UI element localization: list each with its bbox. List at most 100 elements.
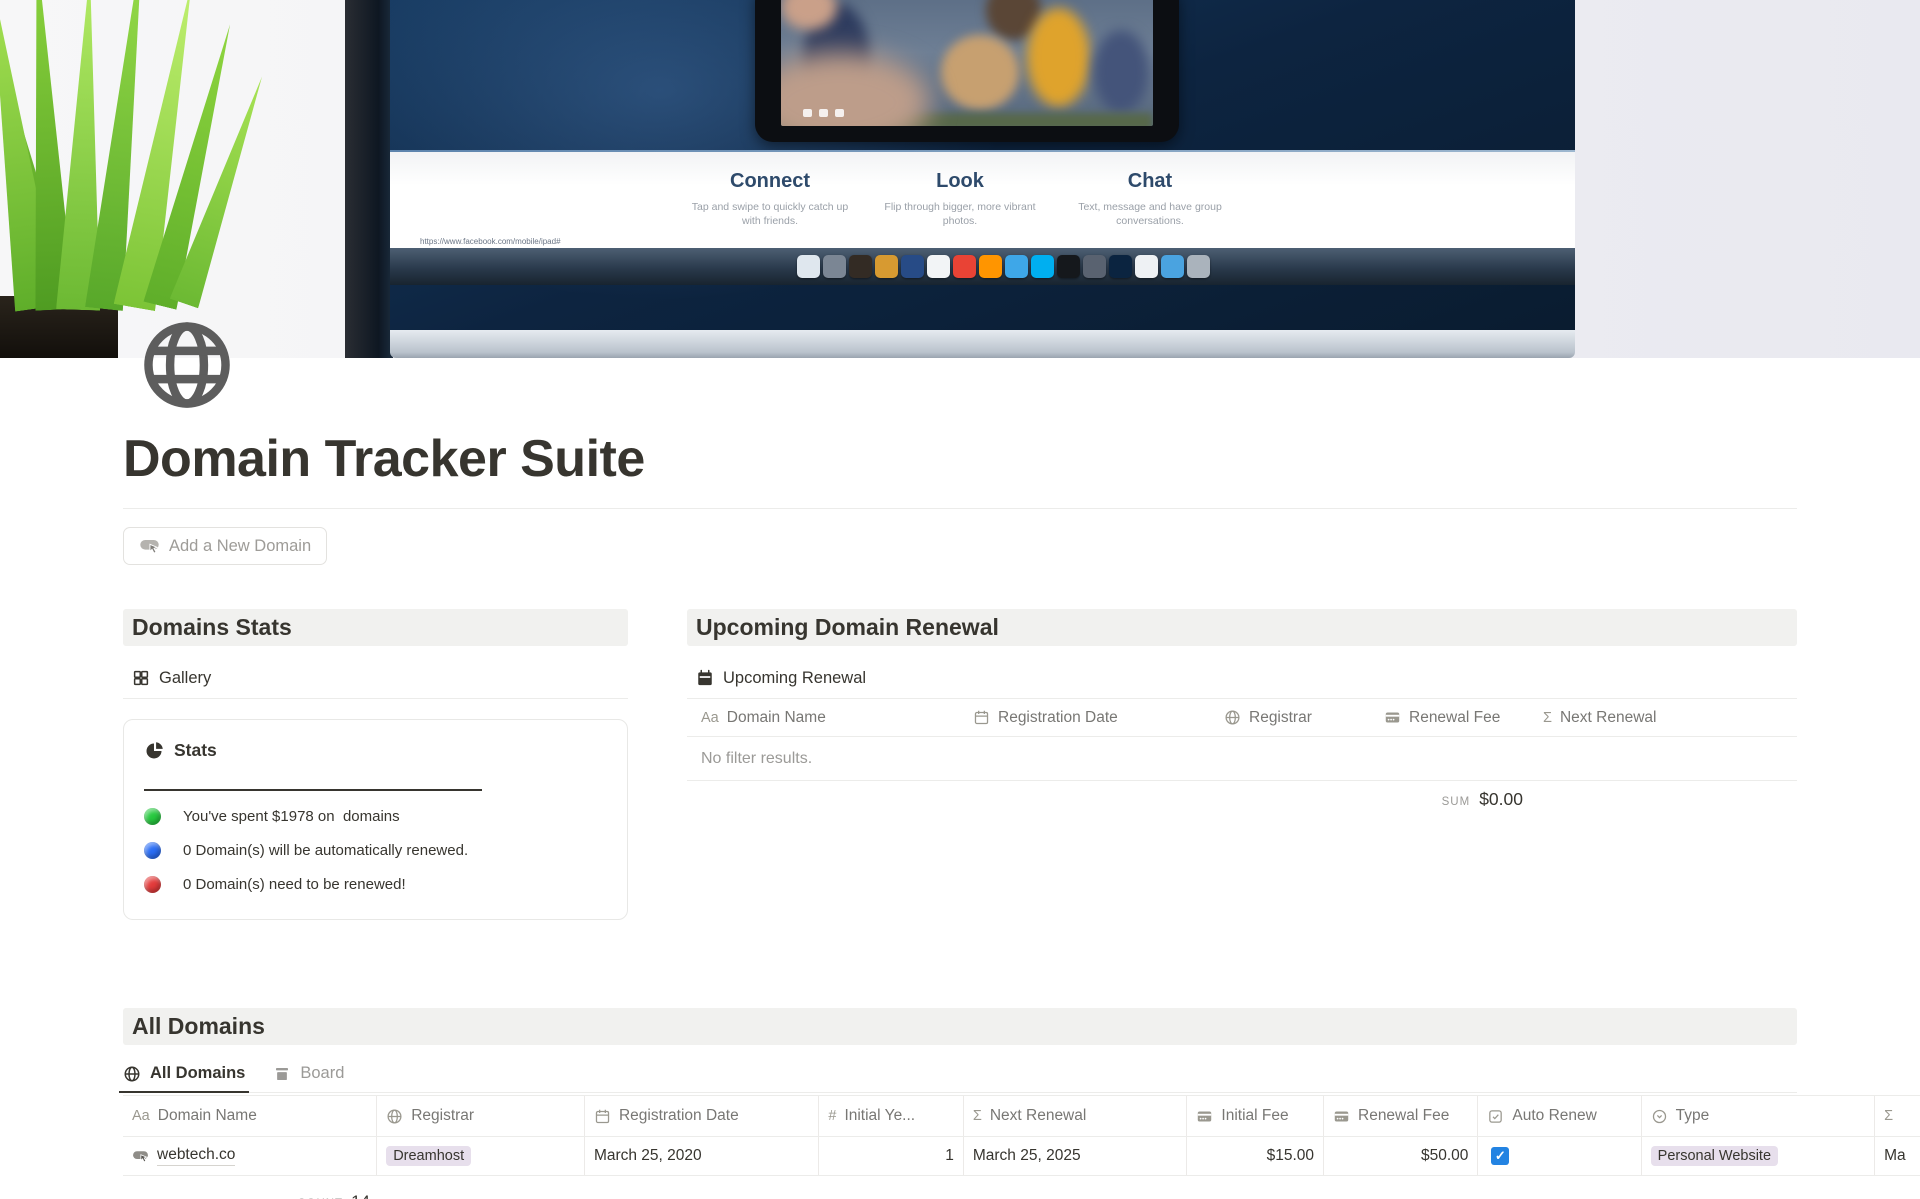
registrar-tag: Dreamhost xyxy=(386,1146,471,1166)
column-header-next-renewal[interactable]: Σ Next Renewal xyxy=(1529,709,1797,727)
table-row: webtech.co Dreamhost March 25, 2020 1 Ma… xyxy=(123,1137,1920,1176)
text-property-icon: Aa xyxy=(132,1108,150,1124)
cell-registrar[interactable]: Dreamhost xyxy=(377,1137,585,1175)
cover-image[interactable]: https://www.facebook.com/mobile/ipad# Co… xyxy=(0,0,1920,358)
stats-card[interactable]: Stats You've spent $1978 on domains 0 Do… xyxy=(123,719,628,920)
dock-icons xyxy=(795,248,1575,285)
upcoming-renewal-table: Aa Domain Name Registration Date xyxy=(687,699,1797,810)
count-row[interactable]: COUNT 14 xyxy=(123,1192,380,1199)
tab-all-domains[interactable]: All Domains xyxy=(123,1055,245,1092)
gallery-view-tab[interactable]: Gallery xyxy=(123,658,628,698)
ad-title: Look xyxy=(865,170,1055,193)
column-header-formula[interactable]: Σ xyxy=(1875,1096,1920,1136)
cell-formula[interactable]: Ma xyxy=(1875,1137,1920,1175)
upcoming-renewal-view-label: Upcoming Renewal xyxy=(723,669,866,688)
column-header-auto-renew[interactable]: Auto Renew xyxy=(1478,1096,1641,1136)
cell-initial-fee[interactable]: $15.00 xyxy=(1187,1137,1324,1175)
ipad-mockup xyxy=(755,0,1179,142)
stat-auto-renew: 0 Domain(s) will be automatically renewe… xyxy=(144,842,607,859)
cell-renewal-fee[interactable]: $50.00 xyxy=(1324,1137,1478,1175)
stat-text: You've spent $1978 on domains xyxy=(183,808,400,825)
gallery-view-label: Gallery xyxy=(159,669,211,688)
green-status-dot xyxy=(144,808,161,825)
ad-desc: Text, message and have group conversatio… xyxy=(1066,200,1234,228)
sum-row[interactable]: SUM $0.00 xyxy=(687,789,1529,810)
upcoming-renewal-section: Upcoming Domain Renewal Upcoming Renewal… xyxy=(687,609,1797,810)
ad-title: Connect xyxy=(675,170,865,193)
dock xyxy=(390,248,1575,285)
domains-stats-section: Domains Stats Gallery Sta xyxy=(123,609,628,920)
photo-action-icons xyxy=(803,109,844,117)
tab-board[interactable]: Board xyxy=(273,1055,344,1092)
stats-card-title: Stats xyxy=(174,740,217,761)
monitor-bezel xyxy=(390,330,1575,358)
cell-domain-name[interactable]: webtech.co xyxy=(123,1137,377,1175)
cell-auto-renew[interactable]: ✓ xyxy=(1478,1137,1641,1175)
column-header-type[interactable]: Type xyxy=(1642,1096,1875,1136)
ad-desc: Flip through bigger, more vibrant photos… xyxy=(876,200,1044,228)
calendar-icon xyxy=(696,669,714,687)
domain-name-link[interactable]: webtech.co xyxy=(157,1146,235,1166)
monitor-screen: https://www.facebook.com/mobile/ipad# Co… xyxy=(390,0,1575,330)
formula-sigma-icon: Σ xyxy=(1543,710,1552,726)
column-header-domain-name[interactable]: Aa Domain Name xyxy=(123,1096,377,1136)
calendar-icon xyxy=(594,1108,611,1125)
page-icon-globe-icon[interactable] xyxy=(140,318,234,412)
table-header-row: Aa Domain Name Registrar xyxy=(123,1095,1920,1137)
sum-label: SUM xyxy=(1442,796,1471,808)
select-icon xyxy=(1651,1108,1668,1125)
column-header-initial-fee[interactable]: Initial Fee xyxy=(1187,1096,1324,1136)
monitor-photo: https://www.facebook.com/mobile/ipad# Co… xyxy=(390,0,1575,358)
globe-icon xyxy=(123,1065,141,1083)
upcoming-renewal-view-tab[interactable]: Upcoming Renewal xyxy=(687,658,1797,698)
column-header-renewal-fee[interactable]: Renewal Fee xyxy=(1370,709,1529,727)
board-icon xyxy=(273,1065,291,1083)
column-header-registration-date[interactable]: Registration Date xyxy=(959,709,1210,727)
globe-icon xyxy=(386,1108,403,1125)
page-title[interactable]: Domain Tracker Suite xyxy=(123,358,1797,490)
globe-icon xyxy=(1224,709,1241,726)
ipad-photo xyxy=(781,0,1153,126)
text-property-icon: Aa xyxy=(701,710,719,726)
stat-text: 0 Domain(s) will be automatically renewe… xyxy=(183,842,468,859)
monitor-edge xyxy=(345,0,393,358)
all-domains-table: Aa Domain Name Registrar xyxy=(123,1095,1920,1176)
ad-column-chat: Chat Text, message and have group conver… xyxy=(1055,170,1245,228)
auto-renew-checkbox[interactable]: ✓ xyxy=(1491,1147,1509,1165)
formula-sigma-icon: Σ xyxy=(973,1108,982,1124)
cell-registration-date[interactable]: March 25, 2020 xyxy=(585,1137,819,1175)
upcoming-renewal-heading: Upcoming Domain Renewal xyxy=(687,609,1797,646)
add-new-domain-button[interactable]: Add a New Domain xyxy=(123,527,327,565)
cell-type[interactable]: Personal Website xyxy=(1642,1137,1875,1175)
credit-card-icon xyxy=(1384,709,1401,726)
column-header-registration-date[interactable]: Registration Date xyxy=(585,1096,819,1136)
credit-card-icon xyxy=(1333,1108,1350,1125)
empty-results-text: No filter results. xyxy=(687,737,1797,781)
click-button-icon xyxy=(132,1148,149,1165)
credit-card-icon xyxy=(1196,1108,1213,1125)
ad-column-connect: Connect Tap and swipe to quickly catch u… xyxy=(675,170,865,228)
cover-url-text: https://www.facebook.com/mobile/ipad# xyxy=(420,237,561,246)
upcoming-table-header: Aa Domain Name Registration Date xyxy=(687,699,1797,737)
cell-next-renewal[interactable]: March 25, 2025 xyxy=(964,1137,1188,1175)
stat-text: 0 Domain(s) need to be renewed! xyxy=(183,876,406,893)
column-header-domain-name[interactable]: Aa Domain Name xyxy=(687,709,959,727)
column-header-initial-years[interactable]: # Initial Ye... xyxy=(819,1096,964,1136)
gallery-grid-icon xyxy=(132,669,150,687)
stat-spent: You've spent $1978 on domains xyxy=(144,808,607,825)
cell-initial-years[interactable]: 1 xyxy=(819,1137,964,1175)
column-header-registrar[interactable]: Registrar xyxy=(377,1096,585,1136)
column-header-renewal-fee[interactable]: Renewal Fee xyxy=(1324,1096,1478,1136)
number-hash-icon: # xyxy=(828,1108,836,1124)
divider xyxy=(123,508,1797,509)
red-status-dot xyxy=(144,876,161,893)
column-header-registrar[interactable]: Registrar xyxy=(1210,709,1370,727)
domains-stats-heading: Domains Stats xyxy=(123,609,628,646)
formula-sigma-icon: Σ xyxy=(1884,1108,1893,1124)
all-domains-heading: All Domains xyxy=(123,1008,1797,1045)
ad-column-look: Look Flip through bigger, more vibrant p… xyxy=(865,170,1055,228)
all-domains-section: All Domains All Domains Board xyxy=(123,1008,1797,1199)
column-header-next-renewal[interactable]: Σ Next Renewal xyxy=(964,1096,1188,1136)
type-tag: Personal Website xyxy=(1651,1146,1778,1166)
blue-status-dot xyxy=(144,842,161,859)
